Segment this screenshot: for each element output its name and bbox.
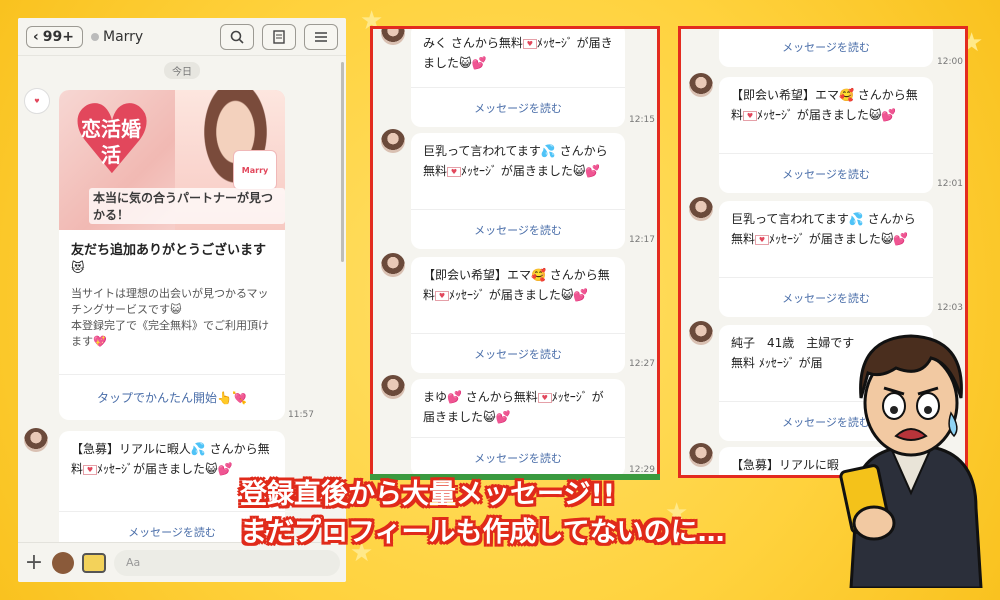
message-text: 【即会い希望】エマ🥰 さんから無料 ♥ ﾒｯｾｰｼﾞ が届きました😺💕	[411, 257, 625, 313]
welcome-card[interactable]: ♥ 恋活婚活 Marry 本当に気の合うパートナーが見つかる！ 友だち追加ありが…	[59, 90, 285, 420]
search-button[interactable]	[220, 23, 254, 50]
banner-heading: 恋活婚活	[81, 117, 141, 167]
scrollbar[interactable]	[341, 62, 344, 262]
promo-banner: ♥ 恋活婚活 Marry 本当に気の合うパートナーが見つかる！	[59, 90, 285, 230]
message-time: 12:03	[937, 303, 963, 313]
read-message-button[interactable]: メッセージを読む	[411, 209, 625, 249]
caption: 登録直後から大量メッセージ!! まだプロフィールも作成してないのに…	[240, 476, 725, 552]
message-line: 無料 ﾒｯｾｰｼﾞ が届	[731, 356, 823, 370]
hamburger-menu-icon	[315, 31, 327, 42]
notes-button[interactable]	[262, 23, 296, 50]
mail-heart-icon: ♥	[435, 290, 450, 301]
card-title: 友だち追加ありがとうございます😻	[71, 243, 267, 276]
card-body-line: 当サイトは理想の出会いが見つかるマッチングサービスです😺	[71, 287, 269, 316]
message-bubble: メッセージを読む	[719, 29, 933, 67]
heart-logo-icon: ♥	[34, 97, 40, 105]
mail-heart-icon: ♥	[447, 166, 462, 177]
brand-logo: Marry	[233, 150, 277, 190]
sender-avatar	[381, 129, 405, 153]
message-text: みく さんから無料 ♥ ﾒｯｾｰｼﾞ が届きました😺💕	[411, 29, 625, 81]
screenshot-panel-middle: みく さんから無料 ♥ ﾒｯｾｰｼﾞ が届きました😺💕 メッセージを読む 12:15…	[370, 26, 660, 478]
sender-avatar	[381, 253, 405, 277]
mail-heart-icon: ♥	[83, 464, 98, 475]
read-message-button[interactable]: メッセージを読む	[411, 87, 625, 127]
message-line: ﾒｯｾｰｼﾞ が届きました😺💕	[449, 288, 589, 302]
message-time: 12:00	[937, 57, 963, 67]
message-time: 12:27	[629, 359, 655, 369]
read-message-button[interactable]: メッセージを読む	[411, 333, 625, 373]
mail-heart-icon: ♥	[537, 392, 552, 403]
menu-button[interactable]	[304, 23, 338, 50]
worried-man-illustration	[839, 334, 983, 588]
message-text: 巨乳って言われてます💦 さんから無料 ♥ ﾒｯｾｰｼﾞ が届きました😺💕	[411, 133, 625, 189]
sender-avatar	[381, 375, 405, 399]
caption-line-2: まだプロフィールも作成してないのに…	[240, 517, 725, 548]
chat-header: ‹ 99+ Marry	[18, 18, 346, 56]
sender-avatar	[24, 428, 48, 452]
start-button[interactable]: タップでかんたん開始👆💘	[59, 374, 285, 420]
mail-heart-icon: ♥	[522, 38, 537, 49]
message-bubble: みく さんから無料 ♥ ﾒｯｾｰｼﾞ が届きました😺💕 メッセージを読む	[411, 29, 625, 127]
sender-avatar	[689, 73, 713, 97]
card-body: 当サイトは理想の出会いが見つかるマッチングサービスです😺 本登録完了で《完全無料…	[59, 278, 285, 350]
notes-icon	[273, 29, 285, 44]
read-message-button[interactable]: メッセージを読む	[719, 153, 933, 193]
message-time: 12:01	[937, 179, 963, 189]
plus-icon[interactable]: +	[24, 550, 44, 575]
message-bubble: まゆ💕 さんから無料 ♥ ﾒｯｾｰｼﾞ が届きました😺💕 メッセージを読む	[411, 379, 625, 475]
unread-count: 99+	[42, 28, 74, 45]
message-text: 【即会い希望】エマ🥰 さんから無料 ♥ ﾒｯｾｰｼﾞ が届きました😺💕	[719, 77, 933, 133]
mail-heart-icon: ♥	[755, 234, 770, 245]
message-input[interactable]: Aa	[114, 549, 340, 576]
message-time: 12:17	[629, 235, 655, 245]
message-line: ﾒｯｾｰｼﾞ が届きました😺💕	[757, 108, 897, 122]
message-text: 巨乳って言われてます💦 さんから無料 ♥ ﾒｯｾｰｼﾞ が届きました😺💕	[719, 201, 933, 257]
message-line: まゆ💕 さんから無料	[423, 390, 538, 404]
account-badge-icon	[91, 32, 99, 41]
back-button[interactable]: ‹ 99+	[26, 25, 83, 48]
message-bubble: 【即会い希望】エマ🥰 さんから無料 ♥ ﾒｯｾｰｼﾞ が届きました😺💕 メッセージを…	[719, 77, 933, 193]
message-line: ﾒｯｾｰｼﾞ が届きました😺💕	[461, 164, 601, 178]
caption-line-1: 登録直後から大量メッセージ!!	[240, 479, 616, 510]
message-bubble: 巨乳って言われてます💦 さんから無料 ♥ ﾒｯｾｰｼﾞ が届きました😺💕 メッセージ…	[411, 133, 625, 249]
message-line: ﾒｯｾｰｼﾞが届きました😺💕	[97, 462, 233, 476]
mail-heart-icon: ♥	[743, 110, 758, 121]
date-separator: 今日	[164, 62, 200, 79]
message-bubble: 巨乳って言われてます💦 さんから無料 ♥ ﾒｯｾｰｼﾞ が届きました😺💕 メッセージ…	[719, 201, 933, 317]
sender-avatar	[381, 29, 405, 45]
read-message-button[interactable]: メッセージを読む	[719, 29, 933, 67]
message-time: 11:57	[288, 410, 314, 420]
sender-avatar	[689, 443, 713, 467]
brand-avatar: ♥	[24, 88, 50, 114]
message-time: 12:15	[629, 115, 655, 125]
read-message-button[interactable]: メッセージを読む	[411, 437, 625, 475]
chat-title: Marry	[91, 29, 212, 45]
card-body-line: 本登録完了で《完全無料》でご利用頂けます💖	[71, 319, 269, 348]
sender-avatar	[689, 321, 713, 345]
chat-title-text: Marry	[103, 28, 144, 45]
message-bubble: 【即会い希望】エマ🥰 さんから無料 ♥ ﾒｯｾｰｼﾞ が届きました😺💕 メッセージを…	[411, 257, 625, 373]
chevron-left-icon: ‹	[33, 28, 39, 45]
message-text: まゆ💕 さんから無料 ♥ ﾒｯｾｰｼﾞ が届きました😺💕	[411, 379, 625, 435]
photo-icon[interactable]	[82, 552, 106, 573]
message-line: ﾒｯｾｰｼﾞ が届きました😺💕	[769, 232, 909, 246]
message-line: みく さんから無料	[423, 36, 523, 50]
sticker-icon[interactable]	[52, 551, 74, 574]
search-icon	[230, 30, 244, 44]
banner-tagline: 本当に気の合うパートナーが見つかる！	[89, 188, 285, 224]
read-message-button[interactable]: メッセージを読む	[719, 277, 933, 317]
sender-avatar	[689, 197, 713, 221]
